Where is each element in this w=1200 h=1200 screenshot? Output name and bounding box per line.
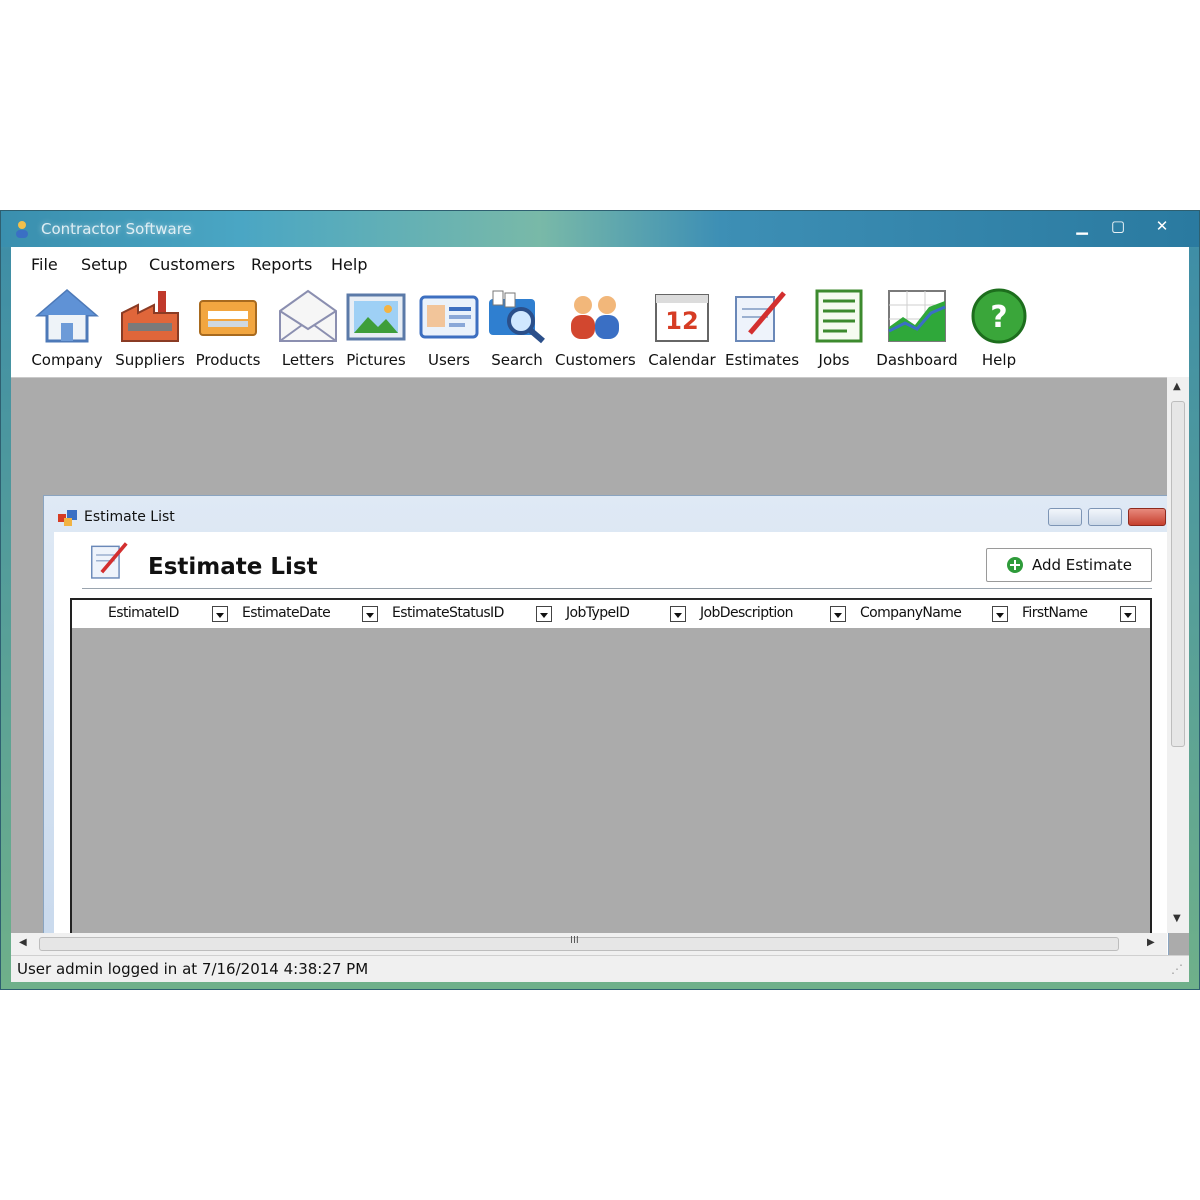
toolbar-calendar-button[interactable]: 12 Calendar (647, 287, 717, 375)
filter-dropdown-icon[interactable] (830, 606, 846, 622)
calendar-icon: 12 (655, 294, 709, 342)
calendar-day: 12 (665, 307, 698, 335)
menu-reports[interactable]: Reports (251, 255, 312, 274)
minimize-icon: ▁ (1076, 217, 1088, 235)
title-bar[interactable]: Contractor Software ▁ ▢ ✕ (1, 211, 1199, 247)
magnifier-icon (489, 290, 545, 344)
estimate-header-icon (91, 542, 128, 579)
scroll-up-icon[interactable]: ▲ (1173, 381, 1181, 392)
add-icon (1006, 557, 1023, 573)
filter-dropdown-icon[interactable] (212, 606, 228, 622)
envelope-icon (279, 289, 337, 342)
menu-bar: File Setup Customers Reports Help (11, 247, 1189, 281)
child-window-title: Estimate List (84, 509, 175, 525)
child-window-icon (58, 510, 77, 526)
client-area: File Setup Customers Reports Help Compan… (11, 247, 1189, 982)
child-window-body: Estimate List Add Estimate EstimateID Es… (54, 532, 1168, 980)
filter-dropdown-icon[interactable] (992, 606, 1008, 622)
column-firstname[interactable]: FirstName (1022, 605, 1088, 621)
app-person-icon (16, 221, 28, 238)
factory-icon (121, 291, 179, 342)
toolbar-company-button[interactable]: Company (29, 287, 105, 375)
menu-setup[interactable]: Setup (81, 255, 128, 274)
scroll-grip: III (570, 935, 579, 946)
page-title: Estimate List (148, 554, 318, 580)
scroll-right-icon[interactable]: ▶ (1147, 937, 1155, 948)
window-title: Contractor Software (41, 220, 192, 238)
toolbar-search-button[interactable]: Search (483, 287, 551, 375)
close-button[interactable]: ✕ (1147, 215, 1177, 237)
filter-dropdown-icon[interactable] (536, 606, 552, 622)
maximize-button[interactable]: ▢ (1103, 215, 1133, 237)
id-card-icon (419, 295, 479, 339)
minimize-button[interactable]: ▁ (1067, 215, 1097, 237)
horizontal-scrollbar[interactable]: ◀ III ▶ (11, 933, 1167, 955)
product-box-icon (199, 300, 257, 336)
estimate-grid[interactable]: EstimateID EstimateDate EstimateStatusID… (70, 598, 1152, 980)
svg-text:?: ? (990, 300, 1007, 335)
child-minimize-button[interactable] (1048, 508, 1082, 526)
toolbar-suppliers-button[interactable]: Suppliers (113, 287, 187, 375)
toolbar-letters-button[interactable]: Letters (273, 287, 343, 375)
horizontal-scroll-thumb[interactable]: III (39, 935, 1119, 951)
menu-help[interactable]: Help (331, 255, 367, 274)
toolbar-products-button[interactable]: Products (191, 287, 265, 375)
status-text: User admin logged in at 7/16/2014 4:38:2… (17, 960, 369, 978)
toolbar-pictures-button[interactable]: Pictures (341, 287, 411, 375)
scroll-left-icon[interactable]: ◀ (19, 937, 27, 948)
house-icon (35, 289, 99, 343)
maximize-icon: ▢ (1110, 217, 1126, 235)
toolbar-customers-button[interactable]: Customers (555, 287, 636, 375)
estimate-pen-icon (735, 291, 786, 342)
header-divider (82, 588, 1152, 589)
clipboard-icon (815, 289, 863, 343)
add-estimate-label: Add Estimate (1031, 556, 1133, 574)
column-jobdescription[interactable]: JobDescription (700, 605, 794, 621)
toolbar-estimates-button[interactable]: Estimates (725, 287, 799, 375)
estimate-list-window: Estimate List Estimate List Add Estimate… (43, 495, 1169, 981)
toolbar-help-button[interactable]: ? Help (967, 287, 1031, 375)
column-estimateid[interactable]: EstimateID (108, 605, 179, 621)
vertical-scroll-thumb[interactable] (1171, 401, 1185, 747)
toolbar-users-button[interactable]: Users (415, 287, 483, 375)
menu-customers[interactable]: Customers (149, 255, 235, 274)
filter-dropdown-icon[interactable] (670, 606, 686, 622)
people-icon (571, 296, 619, 339)
column-companyname[interactable]: CompanyName (860, 605, 962, 621)
child-close-button[interactable] (1128, 508, 1166, 526)
menu-file[interactable]: File (31, 255, 58, 274)
child-restore-button[interactable] (1088, 508, 1122, 526)
scroll-down-icon[interactable]: ▼ (1173, 913, 1181, 924)
column-jobtypeid[interactable]: JobTypeID (566, 605, 630, 621)
vertical-scrollbar[interactable]: ▲ ▼ (1167, 377, 1189, 933)
filter-dropdown-icon[interactable] (1120, 606, 1136, 622)
resize-grip-icon[interactable]: ⋰ (1171, 962, 1183, 976)
main-window: Contractor Software ▁ ▢ ✕ File Setup Cus… (0, 210, 1200, 990)
add-estimate-button[interactable]: Add Estimate (986, 548, 1152, 582)
toolbar-dashboard-button[interactable]: Dashboard (875, 287, 959, 375)
status-bar: User admin logged in at 7/16/2014 4:38:2… (11, 955, 1189, 982)
toolbar: Company Suppliers Products Letters Pictu… (11, 281, 1189, 378)
column-estimatedate[interactable]: EstimateDate (242, 605, 331, 621)
chart-icon (888, 290, 946, 342)
help-icon: ? (971, 288, 1027, 344)
column-estimatestatusid[interactable]: EstimateStatusID (392, 605, 504, 621)
grid-header: EstimateID EstimateDate EstimateStatusID… (72, 600, 1150, 628)
picture-icon (346, 293, 406, 341)
toolbar-jobs-button[interactable]: Jobs (807, 287, 863, 375)
close-icon: ✕ (1155, 217, 1169, 235)
filter-dropdown-icon[interactable] (362, 606, 378, 622)
